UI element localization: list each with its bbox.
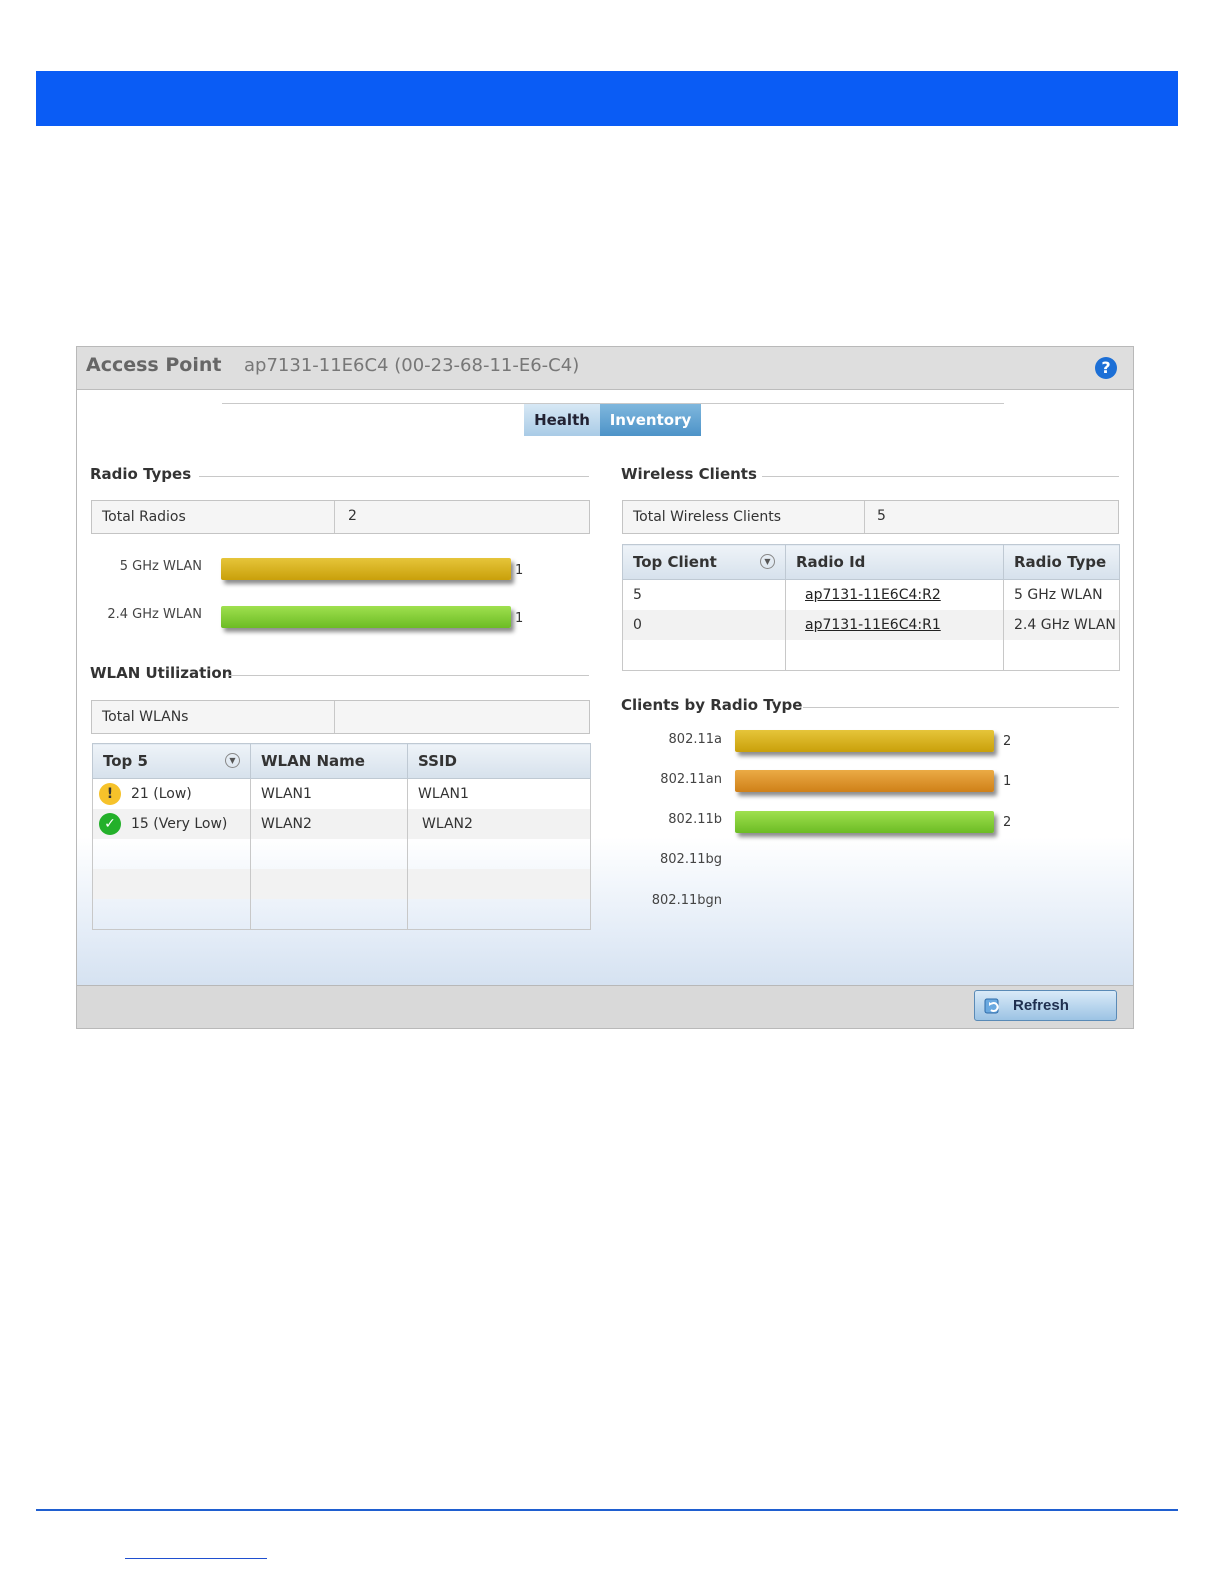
refresh-label: Refresh: [1013, 997, 1069, 1014]
radio-type-cell: 2.4 GHz WLAN: [1003, 610, 1120, 640]
tab-inventory[interactable]: Inventory: [600, 404, 701, 436]
document-header-bar: [36, 71, 1178, 126]
total-wlans-row: Total WLANs: [91, 700, 590, 734]
column-header-radio-id[interactable]: Radio Id: [785, 544, 1004, 580]
empty-row: [92, 869, 591, 899]
sort-icon[interactable]: ▼: [760, 554, 775, 569]
section-divider: [229, 675, 589, 676]
column-header-ssid[interactable]: SSID: [407, 743, 591, 779]
section-divider: [803, 707, 1119, 708]
refresh-button[interactable]: Refresh: [974, 990, 1117, 1021]
column-header-wlan-name[interactable]: WLAN Name: [250, 743, 408, 779]
radio-id-link[interactable]: ap7131-11E6C4:R1: [805, 617, 941, 633]
bar-value-80211a: 2: [1003, 734, 1012, 749]
table-row[interactable]: ✓ 15 (Very Low) WLAN2 WLAN2: [92, 809, 591, 839]
empty-row: [622, 640, 1120, 671]
cell-divider: [334, 701, 335, 733]
bar-80211an: [735, 770, 994, 792]
total-wireless-clients-row: Total Wireless Clients 5: [622, 500, 1119, 534]
bar-80211a: [735, 730, 994, 752]
total-radios-label: Total Radios: [102, 509, 186, 525]
column-header-top5[interactable]: Top 5 ▼: [92, 743, 251, 779]
bar-label-5ghz: 5 GHz WLAN: [119, 559, 202, 574]
bar-label-80211bgn: 802.11bgn: [651, 893, 722, 908]
tab-health[interactable]: Health: [524, 404, 600, 436]
access-point-panel: Access Point ap7131-11E6C4 (00-23-68-11-…: [76, 346, 1134, 1029]
total-radios-row: Total Radios 2: [91, 500, 590, 534]
wlan-name-cell: WLAN2: [250, 809, 408, 839]
warning-icon: !: [99, 783, 121, 805]
utilization-value: 21 (Low): [131, 786, 192, 802]
column-header-label: Top Client: [633, 553, 717, 571]
total-wireless-clients-value: 5: [877, 508, 886, 524]
wireless-clients-title: Wireless Clients: [621, 465, 757, 483]
table-row[interactable]: 0 ap7131-11E6C4:R1 2.4 GHz WLAN: [622, 610, 1120, 640]
footer-link-underline: [125, 1558, 267, 1559]
table-row[interactable]: ! 21 (Low) WLAN1 WLAN1: [92, 778, 591, 809]
empty-row: [92, 899, 591, 930]
top-client-cell: 0: [622, 610, 786, 640]
column-header-top-client[interactable]: Top Client ▼: [622, 544, 786, 580]
help-icon[interactable]: ?: [1095, 357, 1117, 379]
cell-divider: [334, 501, 335, 533]
bar-label-80211bg: 802.11bg: [660, 852, 722, 867]
radio-types-title: Radio Types: [90, 465, 192, 483]
cell-divider: [864, 501, 865, 533]
wlan-utilization-table: Top 5 ▼ WLAN Name SSID ! 21 (Low) WLAN1 WL…: [92, 743, 591, 930]
bar-label-24ghz: 2.4 GHz WLAN: [107, 607, 202, 622]
panel-title: Access Point: [86, 354, 222, 376]
radio-id-link[interactable]: ap7131-11E6C4:R2: [805, 587, 941, 603]
column-header-radio-type[interactable]: Radio Type: [1003, 544, 1120, 580]
check-icon: ✓: [99, 813, 121, 835]
wlan-name-cell: WLAN1: [250, 778, 408, 809]
panel-header: Access Point ap7131-11E6C4 (00-23-68-11-…: [77, 347, 1133, 390]
bar-value-80211b: 2: [1003, 815, 1012, 830]
panel-footer: Refresh: [77, 985, 1133, 1028]
radio-type-cell: 5 GHz WLAN: [1003, 579, 1120, 610]
bar-label-80211an: 802.11an: [660, 772, 722, 787]
ssid-cell: WLAN2: [407, 809, 591, 839]
refresh-icon: [984, 998, 999, 1014]
table-row[interactable]: 5 ap7131-11E6C4:R2 5 GHz WLAN: [622, 579, 1120, 610]
bar-5ghz-wlan: [221, 558, 511, 580]
section-divider: [199, 476, 589, 477]
bar-value-5ghz: 1: [515, 563, 524, 578]
bar-80211b: [735, 811, 994, 833]
total-wlans-label: Total WLANs: [102, 709, 189, 725]
section-divider: [762, 476, 1119, 477]
ssid-cell: WLAN1: [407, 778, 591, 809]
bar-value-80211an: 1: [1003, 774, 1012, 789]
total-wireless-clients-label: Total Wireless Clients: [633, 509, 781, 525]
clients-by-radio-type-title: Clients by Radio Type: [621, 696, 803, 714]
utilization-value: 15 (Very Low): [131, 816, 228, 832]
empty-row: [92, 839, 591, 869]
page-footer-rule: [36, 1509, 1178, 1511]
wireless-clients-table: Top Client ▼ Radio Id Radio Type 5 ap7131…: [622, 544, 1120, 671]
bar-value-24ghz: 1: [515, 611, 524, 626]
column-header-label: Top 5: [103, 752, 148, 770]
bar-24ghz-wlan: [221, 606, 511, 628]
device-name: ap7131-11E6C4 (00-23-68-11-E6-C4): [244, 355, 580, 376]
bar-label-80211a: 802.11a: [668, 732, 722, 747]
bar-label-80211b: 802.11b: [668, 812, 722, 827]
sort-icon[interactable]: ▼: [225, 753, 240, 768]
top-client-cell: 5: [622, 579, 786, 610]
wlan-utilization-title: WLAN Utilization: [90, 664, 233, 682]
total-radios-value: 2: [348, 508, 357, 524]
